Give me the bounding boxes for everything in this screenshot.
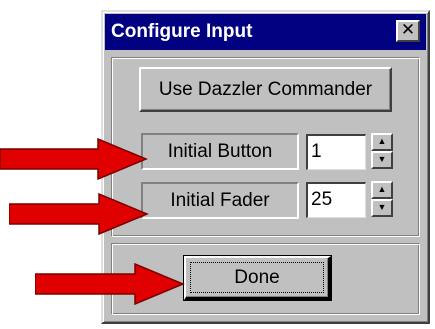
initial-button-label: Initial Button (141, 133, 299, 170)
spin-up-icon: ▲ (377, 184, 387, 194)
initial-button-input[interactable]: 1 (306, 134, 366, 170)
initial-fader-spin-up[interactable]: ▲ (371, 181, 393, 199)
red-arrow-icon (9, 192, 149, 236)
spin-up-icon: ▲ (377, 136, 387, 146)
initial-button-spin-up[interactable]: ▲ (371, 133, 393, 151)
done-button[interactable]: Done (183, 255, 332, 301)
spin-down-icon: ▼ (377, 154, 387, 164)
initial-button-spin-down[interactable]: ▼ (371, 151, 393, 169)
done-focus-rect: Done (190, 262, 324, 293)
initial-button-spinner: ▲ ▼ (371, 133, 393, 169)
initial-fader-label: Initial Fader (141, 182, 299, 219)
use-dazzler-commander-label: Use Dazzler Commander (158, 78, 373, 100)
spin-down-icon: ▼ (377, 202, 387, 212)
initial-button-label-text: Initial Button (167, 140, 273, 162)
initial-fader-label-text: Initial Fader (170, 189, 270, 211)
use-dazzler-commander-button[interactable]: Use Dazzler Commander (139, 67, 392, 112)
initial-fader-input[interactable]: 25 (306, 182, 366, 218)
red-arrow-icon (35, 262, 185, 306)
done-button-label: Done (234, 266, 280, 288)
red-arrow-icon (0, 137, 148, 181)
initial-fader-spin-down[interactable]: ▼ (371, 199, 393, 217)
initial-fader-spinner: ▲ ▼ (371, 181, 393, 217)
